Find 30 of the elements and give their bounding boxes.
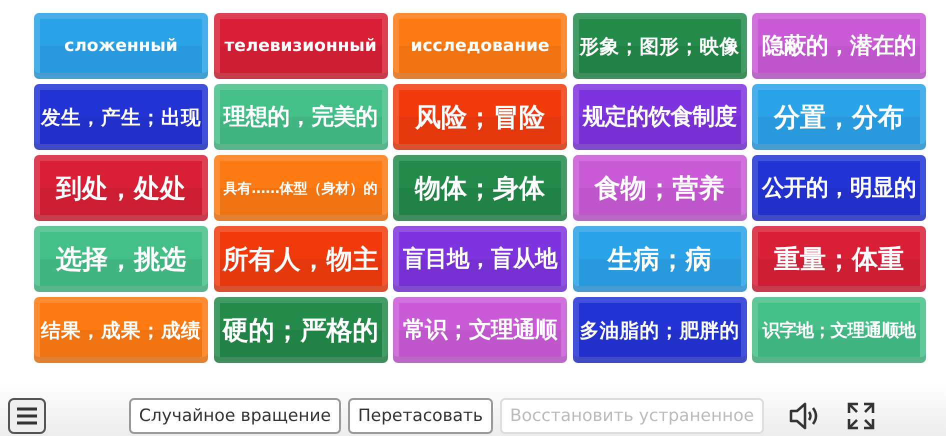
menu-button[interactable] (8, 398, 46, 434)
word-tile[interactable]: 结果，成果；成绩 (34, 297, 208, 363)
word-tile[interactable]: 常识；文理通顺 (393, 297, 567, 363)
word-tile[interactable]: исследование (393, 13, 567, 79)
menu-icon (15, 406, 39, 426)
word-tile[interactable]: 生病；病 (572, 226, 746, 292)
word-tile[interactable]: 多油脂的；肥胖的 (572, 297, 746, 363)
word-tile[interactable]: 发生，产生；出现 (34, 84, 208, 150)
word-tile[interactable]: 理想的，完美的 (214, 84, 388, 150)
word-tile[interactable]: 盲目地，盲从地 (393, 226, 567, 292)
word-tile[interactable]: 食物；营养 (572, 155, 746, 221)
word-tile[interactable]: 隐蔽的，潜在的 (752, 13, 926, 79)
word-tile[interactable]: 形象；图形；映像 (572, 13, 746, 79)
word-tile[interactable]: 选择，挑选 (34, 226, 208, 292)
toolbar-button[interactable]: Случайное вращение (129, 398, 342, 434)
word-tile[interactable]: 物体；身体 (393, 155, 567, 221)
word-tile[interactable]: 重量；体重 (752, 226, 926, 292)
word-tile[interactable]: 到处，处处 (34, 155, 208, 221)
word-tile[interactable]: 具有……体型（身材）的 (214, 155, 388, 221)
word-tile[interactable]: 规定的饮食制度 (572, 84, 746, 150)
toolbar-button[interactable]: Перетасовать (348, 398, 493, 434)
word-tile[interactable]: 风险；冒险 (393, 84, 567, 150)
word-tile[interactable]: 所有人，物主 (214, 226, 388, 292)
word-tile[interactable]: 公开的，明显的 (752, 155, 926, 221)
word-tile[interactable]: 识字地；文理通顺地 (752, 297, 926, 363)
word-tile[interactable]: 分置，分布 (752, 84, 926, 150)
word-tile[interactable]: телевизионный (214, 13, 388, 79)
word-tile[interactable]: сложенный (34, 13, 208, 79)
fullscreen-icon[interactable] (846, 401, 876, 431)
word-tile[interactable]: 硬的；严格的 (214, 297, 388, 363)
